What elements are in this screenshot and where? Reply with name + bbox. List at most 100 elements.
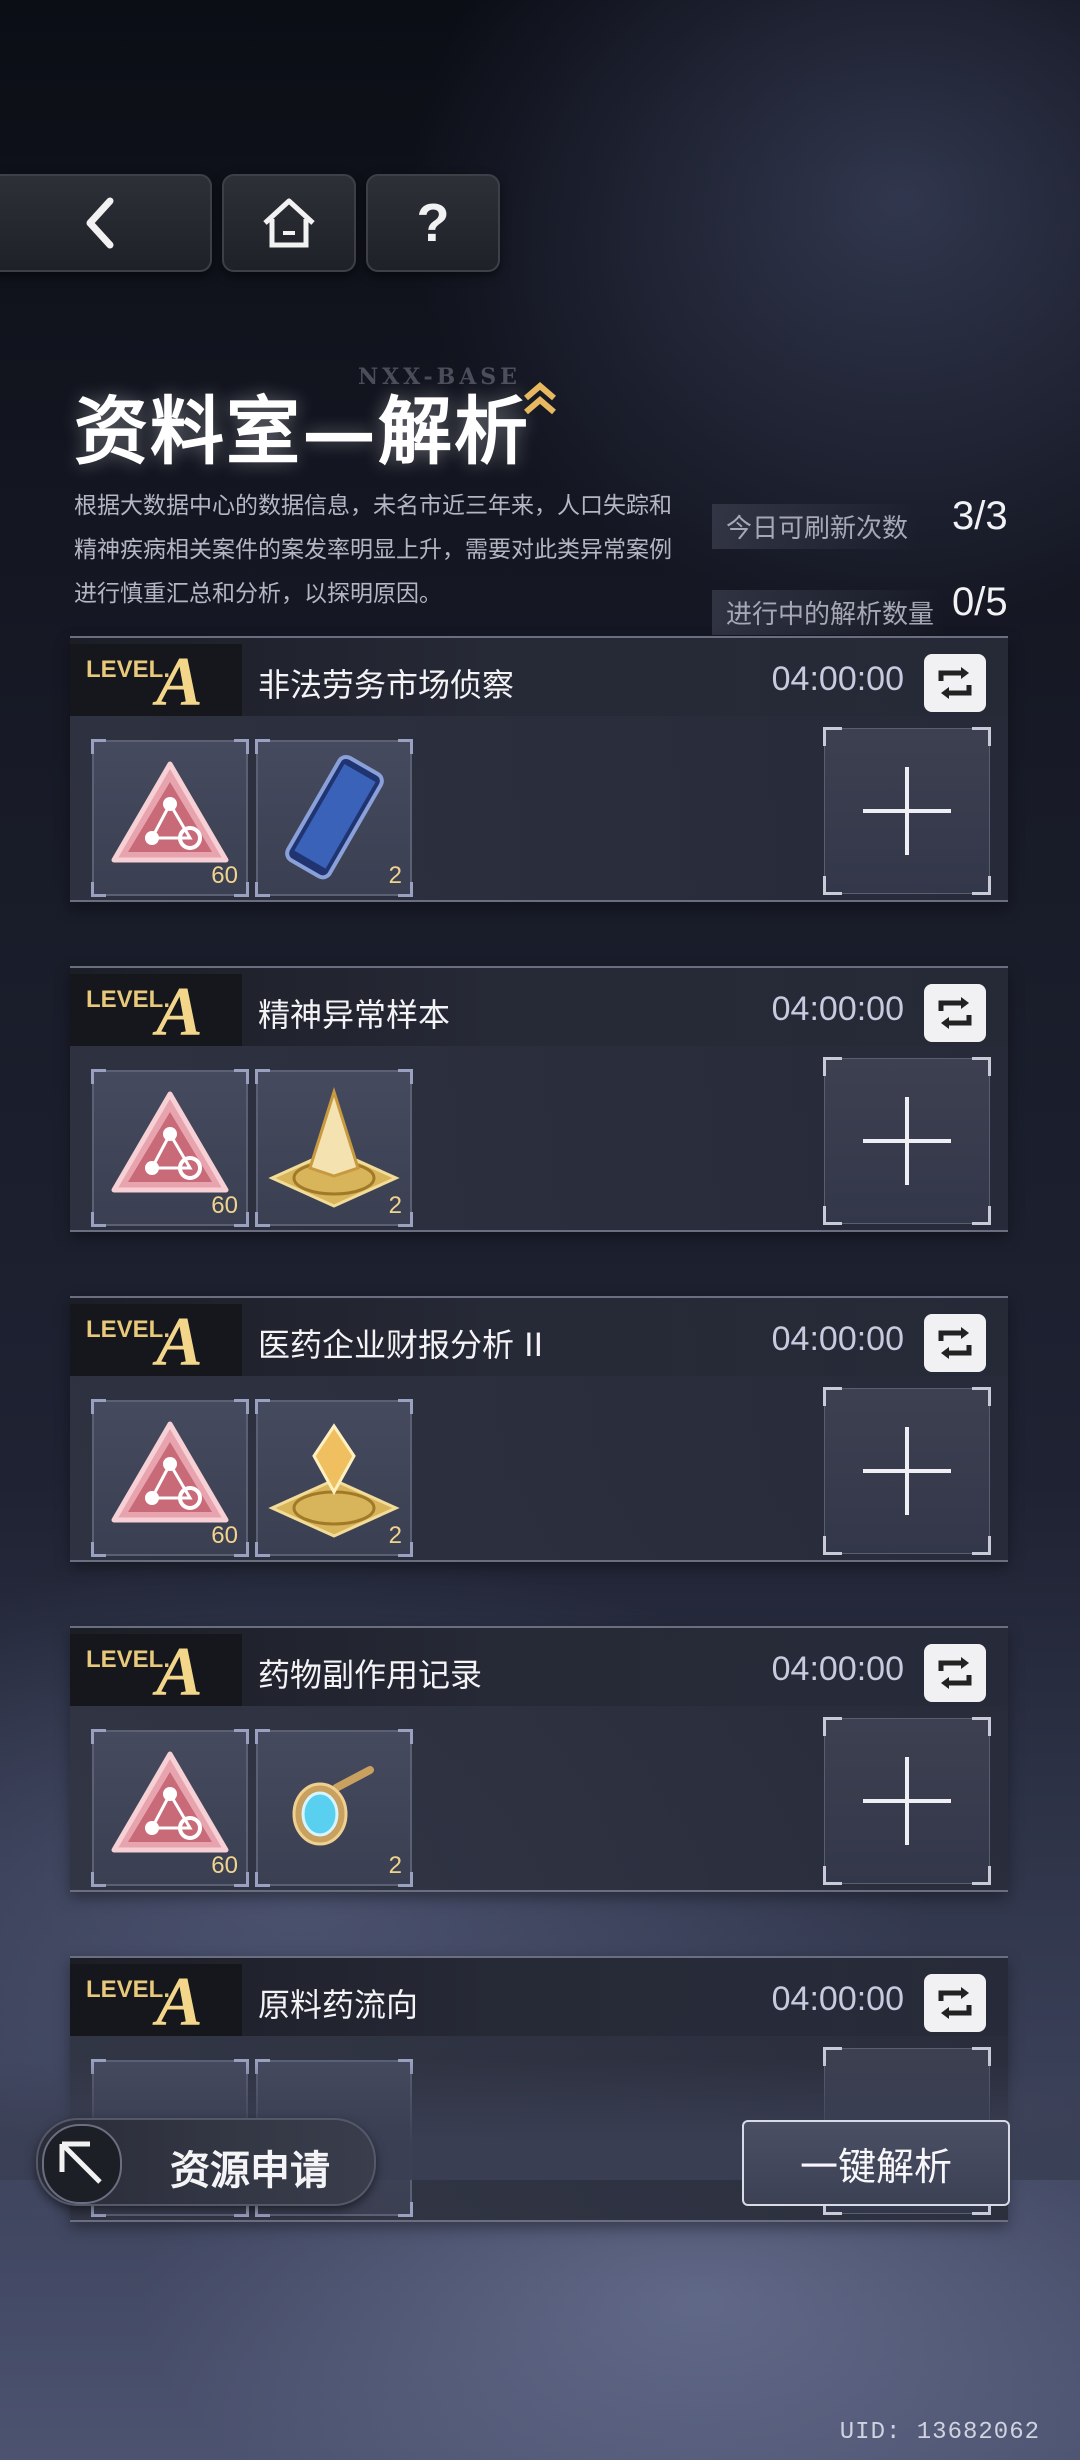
corner-bracket <box>972 1206 991 1225</box>
corner-bracket <box>398 1542 413 1557</box>
corner-bracket <box>255 739 270 754</box>
corner-bracket <box>91 1872 106 1887</box>
refresh-button[interactable] <box>924 1974 986 2032</box>
card-title: 非法劳务市场侦察 <box>258 666 515 704</box>
arrow-up-left-icon <box>42 2124 122 2204</box>
corner-bracket <box>398 1872 413 1887</box>
refresh-count-label: 今日可刷新次数 <box>712 504 919 549</box>
corner-bracket <box>234 882 249 897</box>
analysis-card[interactable]: LEVEL. A 精神异常样本 04:00:00 60 2 <box>70 966 1008 1232</box>
level-grade: A <box>156 1964 203 2041</box>
refresh-icon <box>938 1987 972 2019</box>
corner-bracket <box>823 1866 842 1885</box>
corner-bracket <box>234 1542 249 1557</box>
corner-bracket <box>91 1069 106 1084</box>
item-slot[interactable]: 2 <box>255 739 413 897</box>
corner-bracket <box>255 1542 270 1557</box>
corner-bracket <box>91 1729 106 1744</box>
corner-bracket <box>91 1399 106 1414</box>
corner-bracket <box>823 1057 842 1076</box>
corner-bracket <box>972 1536 991 1555</box>
refresh-icon <box>938 997 972 1029</box>
level-grade: A <box>156 1634 203 1711</box>
corner-bracket <box>91 882 106 897</box>
corner-bracket <box>823 1387 842 1406</box>
corner-bracket <box>398 739 413 754</box>
level-grade: A <box>156 644 203 721</box>
corner-bracket <box>234 1729 249 1744</box>
corner-bracket <box>398 2202 413 2217</box>
corner-bracket <box>398 1069 413 1084</box>
back-button[interactable] <box>0 174 212 272</box>
item-slot[interactable]: 60 <box>91 1399 249 1557</box>
corner-bracket <box>823 1717 842 1736</box>
item-slot[interactable]: 2 <box>255 1399 413 1557</box>
gem-pin-icon <box>292 1766 374 1846</box>
corner-bracket <box>91 1542 106 1557</box>
corner-bracket <box>255 1872 270 1887</box>
refresh-button[interactable] <box>924 1314 986 1372</box>
corner-bracket <box>234 1399 249 1414</box>
help-icon: ? <box>416 193 450 253</box>
analysis-card[interactable]: LEVEL. A 药物副作用记录 04:00:00 60 2 <box>70 1626 1008 1892</box>
double-chevron-up-icon <box>524 382 556 415</box>
corner-bracket <box>972 876 991 895</box>
level-badge: LEVEL. A <box>70 1634 242 1711</box>
add-item-slot[interactable] <box>823 727 991 895</box>
card-timer: 04:00:00 <box>771 990 904 1028</box>
add-item-slot[interactable] <box>823 1057 991 1225</box>
corner-bracket <box>972 1717 991 1736</box>
refresh-icon <box>938 1327 972 1359</box>
corner-bracket <box>398 1729 413 1744</box>
card-title: 精神异常样本 <box>258 996 451 1034</box>
analysis-card[interactable]: LEVEL. A 医药企业财报分析 II 04:00:00 60 2 <box>70 1296 1008 1562</box>
corner-bracket <box>234 1069 249 1084</box>
item-slot[interactable]: 60 <box>91 739 249 897</box>
corner-bracket <box>234 1872 249 1887</box>
card-title: 医药企业财报分析 II <box>258 1326 544 1364</box>
corner-bracket <box>91 739 106 754</box>
level-grade: A <box>156 1304 203 1381</box>
corner-bracket <box>255 1399 270 1414</box>
corner-bracket <box>255 1069 270 1084</box>
analysis-card[interactable]: LEVEL. A 非法劳务市场侦察 04:00:00 60 2 <box>70 636 1008 902</box>
refresh-button[interactable] <box>924 984 986 1042</box>
card-timer: 04:00:00 <box>771 1650 904 1688</box>
item-slot[interactable]: 60 <box>91 1069 249 1227</box>
analysis-count-value: 0/5 <box>952 580 1008 624</box>
resource-request-button[interactable]: 资源申请 <box>36 2118 376 2206</box>
card-timer: 04:00:00 <box>771 1320 904 1358</box>
card-title: 原料药流向 <box>258 1986 419 2024</box>
page-description: 根据大数据中心的数据信息，未名市近三年来，人口失踪和精神疾病相关案件的案发率明显… <box>74 493 672 607</box>
corner-bracket <box>972 1387 991 1406</box>
card-timer: 04:00:00 <box>771 1980 904 2018</box>
refresh-button[interactable] <box>924 1644 986 1702</box>
corner-bracket <box>823 1206 842 1225</box>
add-item-slot[interactable] <box>823 1387 991 1555</box>
chevron-left-icon <box>86 197 114 249</box>
resource-request-label: 资源申请 <box>170 2147 330 2194</box>
corner-bracket <box>255 882 270 897</box>
refresh-button[interactable] <box>924 654 986 712</box>
add-item-slot[interactable] <box>823 1717 991 1885</box>
gold-pyramid-icon <box>268 1087 400 1208</box>
card-title: 药物副作用记录 <box>258 1656 483 1694</box>
one-click-analyze-button[interactable]: 一键解析 <box>742 2120 1010 2206</box>
corner-bracket <box>398 882 413 897</box>
level-badge: LEVEL. A <box>70 974 242 1048</box>
level-badge: LEVEL. A <box>70 1304 242 1381</box>
item-slot[interactable]: 2 <box>255 1729 413 1887</box>
corner-bracket <box>234 739 249 754</box>
item-slot[interactable]: 2 <box>255 1069 413 1227</box>
home-button[interactable] <box>222 174 356 272</box>
level-badge: LEVEL. A <box>70 644 242 721</box>
uid-text: UID: 13682062 <box>839 2419 1040 2446</box>
help-button[interactable]: ? <box>366 174 500 272</box>
refresh-icon <box>938 1657 972 1689</box>
gold-crystal-icon <box>268 1423 400 1538</box>
corner-bracket <box>972 1057 991 1076</box>
item-slot[interactable]: 60 <box>91 1729 249 1887</box>
page-title: 资料室—解析 <box>74 389 530 475</box>
phone-icon <box>285 754 384 880</box>
corner-bracket <box>91 1212 106 1227</box>
